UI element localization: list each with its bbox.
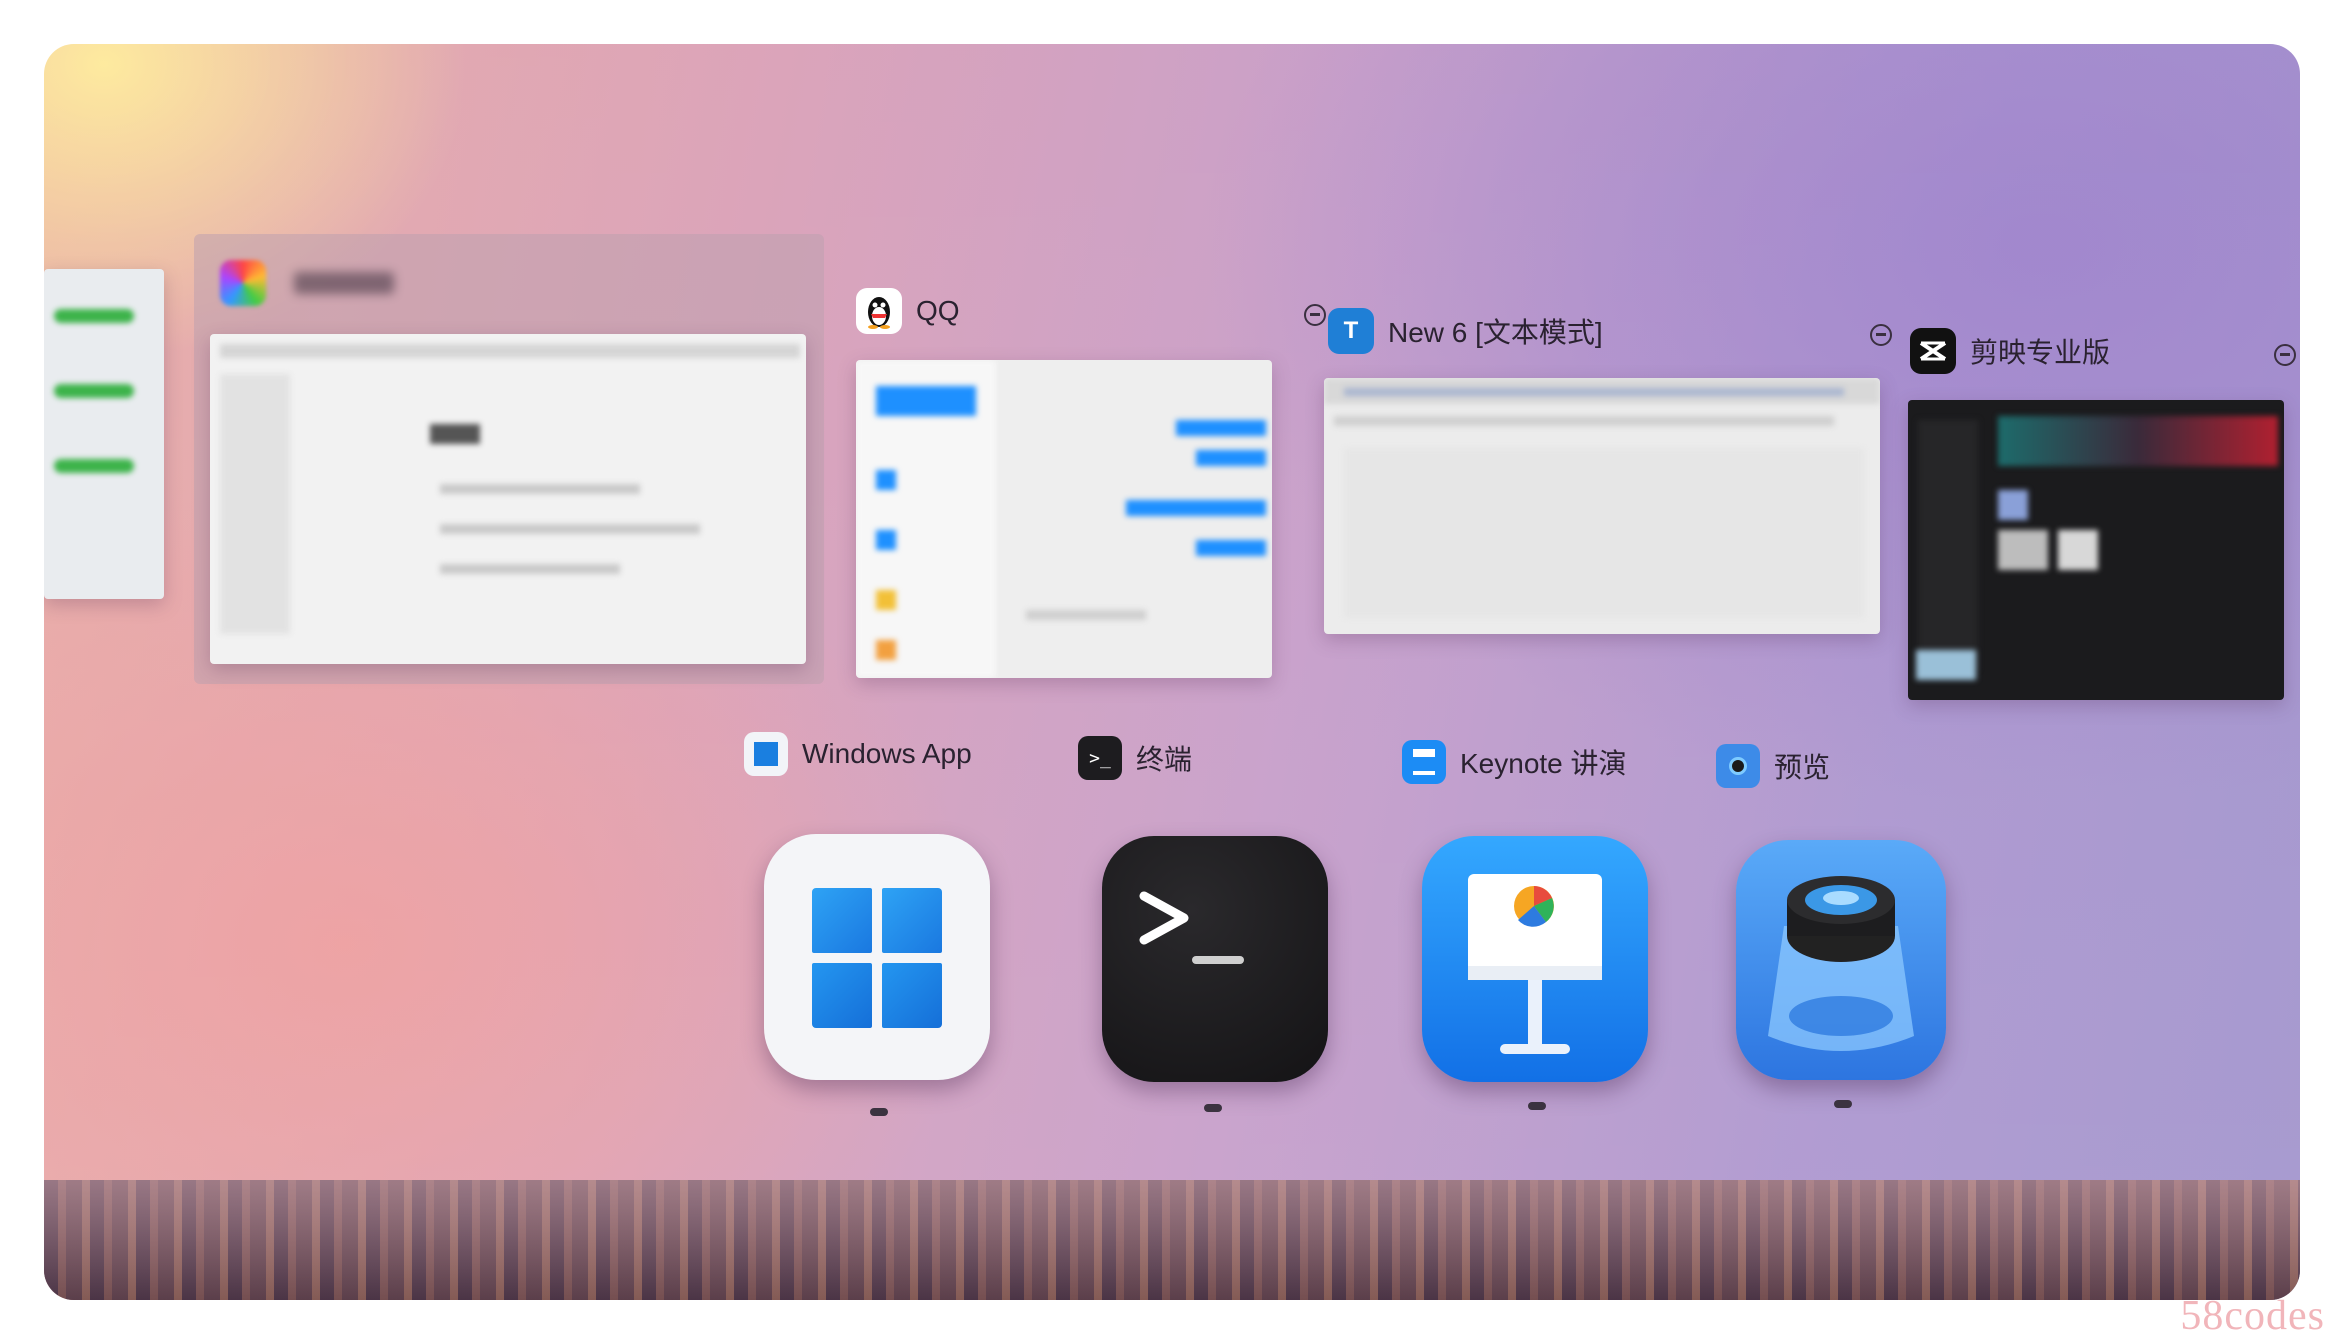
window-partial-left[interactable] [44, 239, 164, 599]
running-indicator [1204, 1104, 1222, 1112]
app-label-text: Windows App [802, 738, 972, 769]
window-capcut[interactable]: 剪映专业版 [1884, 324, 2300, 744]
running-indicator [1528, 1102, 1546, 1110]
preview-icon [1716, 744, 1760, 788]
window-title: New 6 [文本模式] [1388, 317, 1603, 348]
app-label-keynote[interactable]: Keynote 讲演 [1402, 740, 1627, 784]
terminal-icon[interactable] [1102, 836, 1328, 1082]
window-thumbnail [1324, 378, 1880, 634]
window-qq[interactable]: QQ [852, 284, 1326, 744]
windows-app-icon[interactable] [764, 834, 990, 1080]
desktop-screen: QQ T New 6 [文本模式] 剪映专业版 Windows App >_ 终… [44, 44, 2300, 1300]
app-label-preview[interactable]: 预览 [1716, 744, 1830, 788]
window-thumbnail [44, 269, 164, 599]
close-window-button[interactable] [2274, 344, 2296, 366]
app-label-terminal[interactable]: >_ 终端 [1078, 736, 1192, 780]
app-label-text: 预览 [1774, 752, 1831, 783]
keynote-icon [1402, 740, 1446, 784]
text-editor-t-icon: T [1328, 308, 1374, 354]
preview-icon[interactable] [1736, 840, 1946, 1080]
watermark: 58codes [2180, 1293, 2325, 1339]
window-title: 剪映专业版 [1970, 337, 2111, 368]
app-label-text: 终端 [1136, 744, 1193, 775]
terminal-icon: >_ [1078, 736, 1122, 780]
app-label-text: Keynote 讲演 [1460, 748, 1627, 779]
app-label-windows-app[interactable]: Windows App [744, 732, 972, 776]
desktop-wallpaper-city [44, 1180, 2300, 1300]
keynote-icon[interactable] [1422, 836, 1648, 1082]
running-indicator [870, 1108, 888, 1116]
running-indicator [1834, 1100, 1852, 1108]
window-text-editor[interactable]: T New 6 [文本模式] [1324, 304, 1904, 704]
keynote-podium-icon [1468, 874, 1602, 1054]
qq-penguin-icon [856, 288, 902, 334]
window-thumbnail [856, 360, 1272, 678]
window-blurred[interactable] [194, 234, 824, 684]
windows-app-icon [744, 732, 788, 776]
window-thumbnail [210, 334, 806, 664]
window-thumbnail [1908, 400, 2284, 700]
terminal-prompt-icon [1139, 891, 1244, 964]
close-window-button[interactable] [1304, 304, 1326, 326]
preview-loupe-icon [1768, 876, 1914, 1051]
window-title: QQ [916, 295, 960, 326]
capcut-icon [1910, 328, 1956, 374]
blurred-app-icon [220, 260, 266, 306]
